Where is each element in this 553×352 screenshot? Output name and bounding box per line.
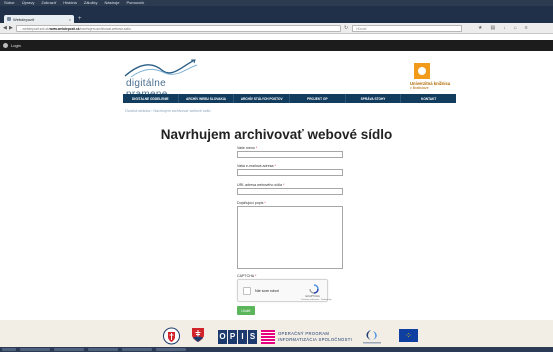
opis-text: OPERAČNÝ PROGRAM INFORMATIZÁCIA SPOLOČNO… <box>278 331 353 342</box>
slovak-coat-of-arms-icon <box>192 328 204 342</box>
close-tab-icon[interactable]: × <box>69 17 74 22</box>
taskbar-item[interactable] <box>122 348 152 351</box>
browser-nav-bar: ◀ ▶ ...webdepozit.snk.sk/www.webdepozit.… <box>0 23 553 34</box>
toolbar-icons: ★ ▤ ↓ ⌂ ≡ <box>478 25 528 31</box>
ministry-logo-icon <box>363 330 381 344</box>
nav-item[interactable]: SPRÁVA STOHY <box>346 94 402 103</box>
note-textarea[interactable] <box>237 206 343 269</box>
user-icon[interactable] <box>3 43 8 48</box>
download-icon[interactable]: ↓ <box>503 25 506 31</box>
favicon-icon <box>7 17 11 21</box>
url-text: ...webdepozit.snk.sk/www.webdepozit.sk/n… <box>20 26 131 31</box>
library-emblem-icon <box>414 63 430 79</box>
nav-item[interactable]: ARCHÍV STÁLYCH POSTOV <box>234 94 291 103</box>
breadcrumb[interactable]: Úvodná stránka › Navrhujem archivovať we… <box>125 109 210 113</box>
taskbar-item[interactable] <box>88 348 118 351</box>
bookmarks-icon[interactable]: ▤ <box>490 25 495 31</box>
eu-flag-icon: ⁘ <box>399 329 418 342</box>
taskbar-item[interactable] <box>20 348 50 351</box>
captcha-checkbox[interactable] <box>243 287 251 295</box>
search-placeholder: Hľadať <box>356 26 367 31</box>
nav-item[interactable]: KONTAKT <box>401 94 456 103</box>
captcha-links[interactable]: Ochrana súkromia · Podmienky <box>301 299 332 301</box>
browser-tab-bar: Webdepozit × + <box>0 6 553 23</box>
email-field[interactable] <box>237 169 343 176</box>
reload-icon[interactable]: ↻ <box>344 25 348 31</box>
library-logo[interactable]: Univerzitná knižnica v Bratislave <box>410 63 456 91</box>
recaptcha-icon <box>309 284 319 294</box>
url-bar[interactable]: ...webdepozit.snk.sk/www.webdepozit.sk/n… <box>16 25 341 32</box>
tab-title: Webdepozit <box>13 16 35 22</box>
nav-item[interactable]: ARCHÍV WEBU SLOVAKIA <box>179 94 235 103</box>
name-field[interactable] <box>237 151 343 158</box>
taskbar-item[interactable] <box>54 348 84 351</box>
forward-arrow-icon[interactable]: ▶ <box>9 25 13 31</box>
search-input[interactable]: Hľadať <box>352 25 462 32</box>
submit-button[interactable]: Uložiť <box>237 306 255 315</box>
menu-icon[interactable]: ≡ <box>525 25 528 31</box>
footer: O P I S OPERAČNÝ PROGRAM INFORMATIZÁCIA … <box>0 320 553 347</box>
logo-wave-icon <box>124 59 198 78</box>
browser-tab[interactable]: Webdepozit × <box>4 15 74 23</box>
recaptcha-widget: Nie som robot reCAPTCHA Ochrana súkromia… <box>237 279 332 302</box>
email-label: Vaša e-mailová adresa * <box>237 164 276 168</box>
taskbar-item[interactable] <box>156 348 186 351</box>
back-arrow-icon[interactable]: ◀ <box>3 25 7 31</box>
new-tab-button[interactable]: + <box>78 16 82 22</box>
site-logo[interactable]: digitálne pramene <box>123 58 203 100</box>
os-taskbar <box>0 347 553 352</box>
nav-item[interactable]: PROJEKT OP <box>290 94 346 103</box>
page-title: Navrhujem archivovať webové sídlo <box>160 127 393 142</box>
url-label: URL adresa webového sídla * <box>237 183 285 187</box>
home-icon[interactable]: ⌂ <box>514 25 517 31</box>
nav-item[interactable]: DIGITÁLNE ODDELENIE <box>123 94 179 103</box>
captcha-text: Nie som robot <box>255 289 279 293</box>
name-label: Vaše meno * <box>237 146 258 150</box>
bookmark-star-icon[interactable]: ★ <box>478 25 482 31</box>
opis-stripes-icon <box>261 329 275 344</box>
login-link[interactable]: Login <box>11 43 21 48</box>
screen: Súbor Úpravy Zobraziť História Záložky N… <box>0 0 553 352</box>
url-field[interactable] <box>237 188 343 195</box>
opis-wordmark: O P I S <box>218 329 258 344</box>
note-label: Doplňujúci popis * <box>237 201 266 205</box>
library-city: v Bratislave <box>410 86 429 90</box>
main-navigation: DIGITÁLNE ODDELENIE ARCHÍV WEBU SLOVAKIA… <box>123 94 456 103</box>
start-button[interactable] <box>2 348 16 351</box>
site-top-bar: Login <box>0 40 553 51</box>
opis-logo[interactable]: O P I S OPERAČNÝ PROGRAM INFORMATIZÁCIA … <box>218 329 352 344</box>
slovak-government-emblem-icon <box>163 327 180 345</box>
captcha-label: CAPTCHA * <box>237 274 257 278</box>
